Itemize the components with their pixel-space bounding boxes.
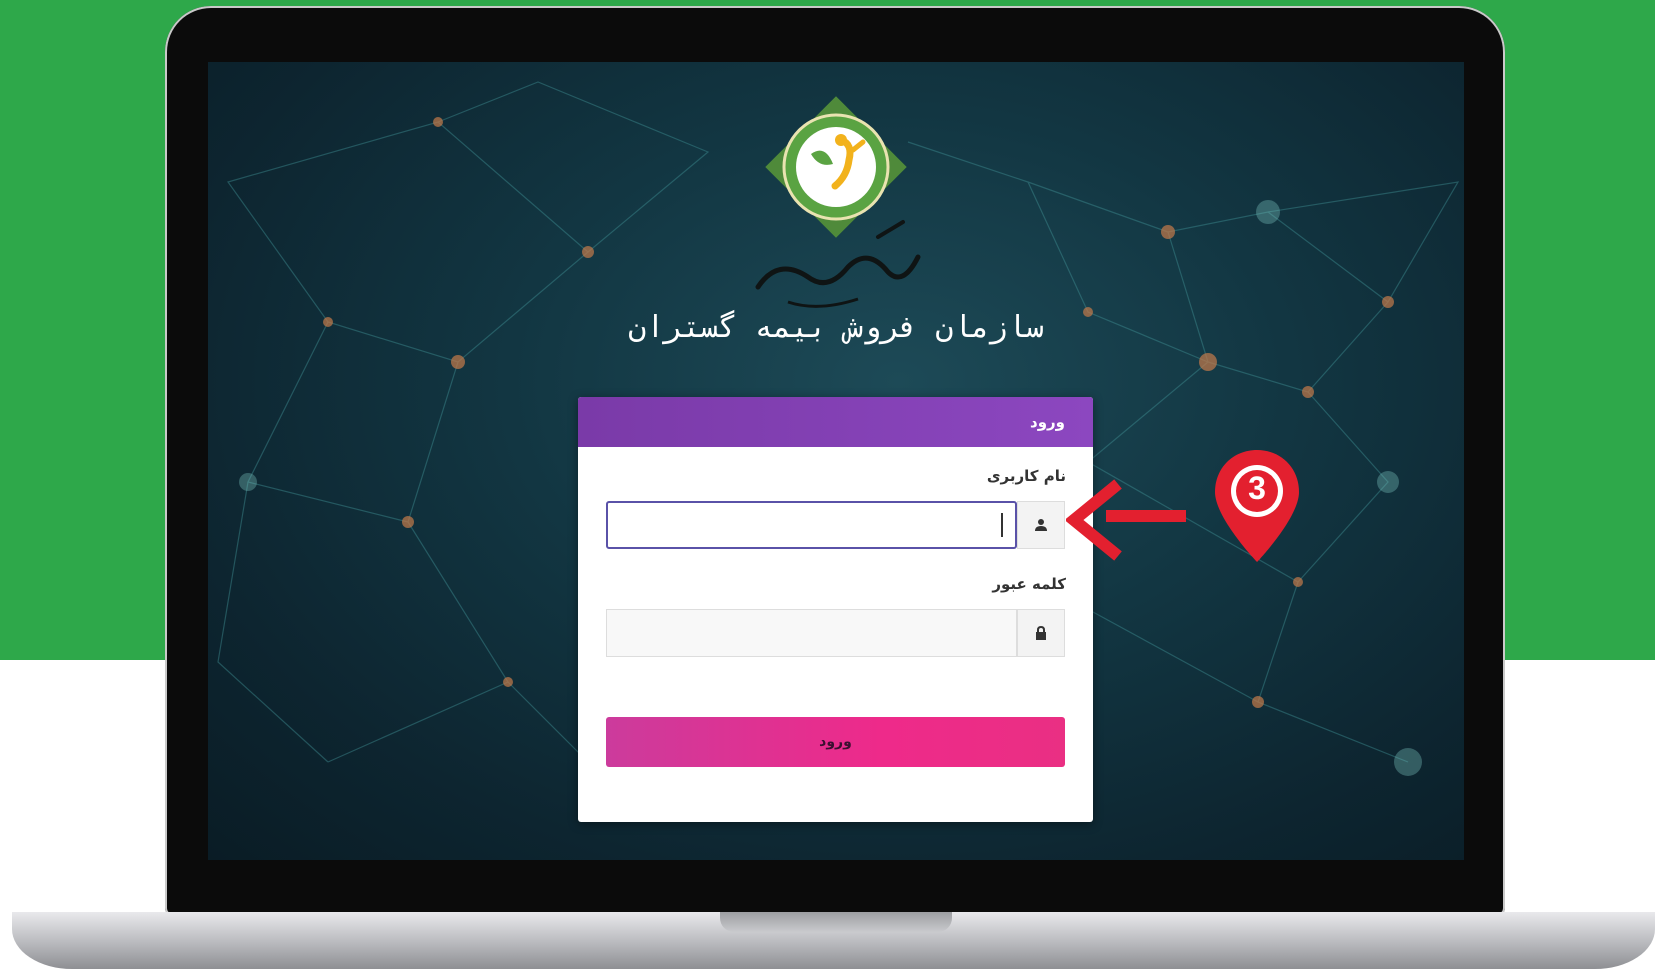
login-card-header: ورود: [578, 397, 1093, 447]
username-addon: [1017, 501, 1065, 549]
username-input[interactable]: [606, 501, 1017, 549]
username-input-group: [606, 501, 1065, 549]
password-addon: [1017, 609, 1065, 657]
user-icon: [1035, 519, 1047, 531]
login-card: ورود نام کاربری کلمه عبور ورود: [578, 397, 1093, 822]
laptop-notch: [720, 912, 952, 932]
text-caret: [1001, 513, 1003, 537]
username-label: نام کاربری: [986, 467, 1066, 485]
login-card-title: ورود: [1030, 413, 1065, 431]
password-input-group: [606, 609, 1065, 657]
password-label: کلمه عبور: [992, 575, 1066, 593]
annotation-arrow-icon: [1066, 479, 1186, 561]
username-field-wrapper: [606, 501, 1017, 549]
password-input[interactable]: [606, 609, 1017, 657]
lock-icon: [1036, 625, 1046, 640]
login-button[interactable]: ورود: [606, 717, 1065, 767]
step-marker: 3: [1213, 448, 1301, 564]
organization-title: سازمان فروش بیمه گستران: [628, 310, 1044, 345]
step-number: 3: [1248, 470, 1266, 506]
